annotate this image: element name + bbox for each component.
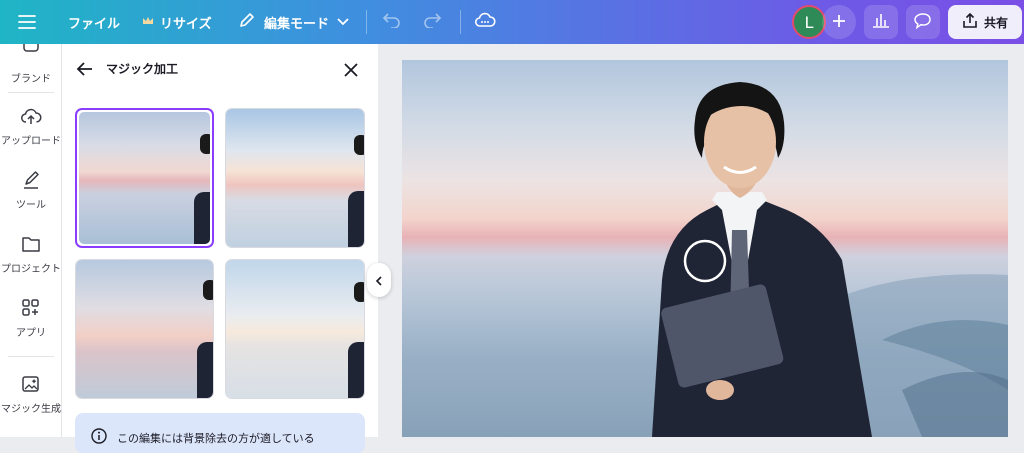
result-image-3 bbox=[76, 260, 213, 398]
share-button[interactable]: 共有 bbox=[948, 5, 1022, 39]
sidebar-item-apps[interactable]: アプリ bbox=[0, 298, 62, 339]
chevron-down-icon bbox=[337, 15, 349, 30]
panel-title: マジック加工 bbox=[106, 62, 179, 76]
sidebar-label-apps: アプリ bbox=[16, 328, 46, 339]
sidebar-label-projects: プロジェクト bbox=[1, 264, 61, 275]
result-thumbnail-4[interactable] bbox=[225, 259, 365, 399]
toolbar-divider bbox=[366, 10, 367, 34]
back-button[interactable] bbox=[76, 61, 94, 81]
menu-icon[interactable] bbox=[18, 0, 36, 44]
cloud-save-button[interactable] bbox=[474, 0, 496, 44]
sidebar-item-tools[interactable]: ツール bbox=[0, 170, 62, 211]
redo-icon bbox=[422, 12, 442, 32]
file-menu-label: ファイル bbox=[68, 16, 121, 32]
close-panel-button[interactable] bbox=[344, 62, 358, 81]
sidebar-label-brand: ブランド bbox=[11, 74, 51, 85]
chevron-left-icon bbox=[375, 271, 383, 290]
magic-image-icon bbox=[0, 374, 62, 394]
sidebar-divider bbox=[8, 92, 54, 93]
bar-chart-icon bbox=[872, 12, 890, 32]
edit-mode-dropdown[interactable]: 編集モード bbox=[238, 0, 349, 44]
comments-button[interactable] bbox=[906, 5, 940, 39]
plus-icon bbox=[832, 13, 846, 32]
apps-grid-icon bbox=[0, 298, 62, 318]
crown-icon bbox=[142, 15, 154, 30]
edit-mode-label: 編集モード bbox=[264, 16, 330, 32]
left-sidebar: ブランド アップロード ツール プロジェクト アプリ マジック生成 bbox=[0, 44, 62, 437]
canvas-photo bbox=[402, 60, 1008, 437]
top-toolbar: ファイル リサイズ 編集モード L 共有 bbox=[0, 0, 1024, 44]
collapse-panel-button[interactable] bbox=[367, 263, 391, 297]
result-image-1 bbox=[79, 112, 210, 244]
avatar-initial: L bbox=[804, 12, 814, 32]
sidebar-label-tools: ツール bbox=[16, 200, 46, 211]
sidebar-label-magic-generate: マジック生成 bbox=[1, 404, 61, 415]
share-label: 共有 bbox=[983, 15, 1008, 30]
brand-icon bbox=[0, 44, 62, 64]
result-thumbnail-2[interactable] bbox=[225, 108, 365, 248]
user-avatar[interactable]: L bbox=[792, 5, 826, 39]
redo-button[interactable] bbox=[422, 0, 442, 44]
close-icon bbox=[344, 62, 358, 81]
result-thumbnail-1[interactable] bbox=[75, 108, 214, 248]
undo-icon bbox=[382, 12, 402, 32]
folder-icon bbox=[0, 234, 62, 254]
sidebar-divider bbox=[8, 356, 54, 357]
add-collaborator-button[interactable] bbox=[822, 5, 856, 39]
comment-icon bbox=[914, 12, 932, 33]
notice-text: この編集には背景除去の方が適している bbox=[117, 432, 315, 445]
pen-tool-icon bbox=[0, 170, 62, 190]
toolbar-divider bbox=[460, 10, 461, 34]
file-menu-button[interactable]: ファイル bbox=[68, 0, 120, 44]
design-canvas[interactable] bbox=[402, 60, 1008, 437]
resize-button[interactable]: リサイズ bbox=[142, 0, 212, 44]
upload-cloud-icon bbox=[0, 106, 62, 126]
sidebar-item-projects[interactable]: プロジェクト bbox=[0, 234, 62, 275]
notice-banner: この編集には背景除去の方が適している bbox=[75, 413, 365, 453]
result-image-4 bbox=[226, 260, 364, 398]
result-thumbnail-3[interactable] bbox=[75, 259, 214, 399]
share-upload-icon bbox=[962, 12, 978, 32]
resize-label: リサイズ bbox=[160, 16, 212, 32]
sidebar-label-upload: アップロード bbox=[1, 136, 61, 147]
cloud-icon bbox=[474, 12, 496, 32]
sidebar-item-upload[interactable]: アップロード bbox=[0, 106, 62, 147]
info-icon bbox=[91, 428, 107, 448]
magic-edit-panel: マジック加工 この編集には背景除去の方が適している bbox=[62, 44, 378, 453]
result-image-2 bbox=[226, 109, 364, 247]
pencil-icon bbox=[238, 11, 256, 33]
insights-button[interactable] bbox=[864, 5, 898, 39]
undo-button[interactable] bbox=[382, 0, 402, 44]
sidebar-item-brand[interactable]: ブランド bbox=[0, 44, 62, 85]
sidebar-item-magic-generate[interactable]: マジック生成 bbox=[0, 374, 62, 415]
arrow-left-icon bbox=[76, 62, 94, 81]
